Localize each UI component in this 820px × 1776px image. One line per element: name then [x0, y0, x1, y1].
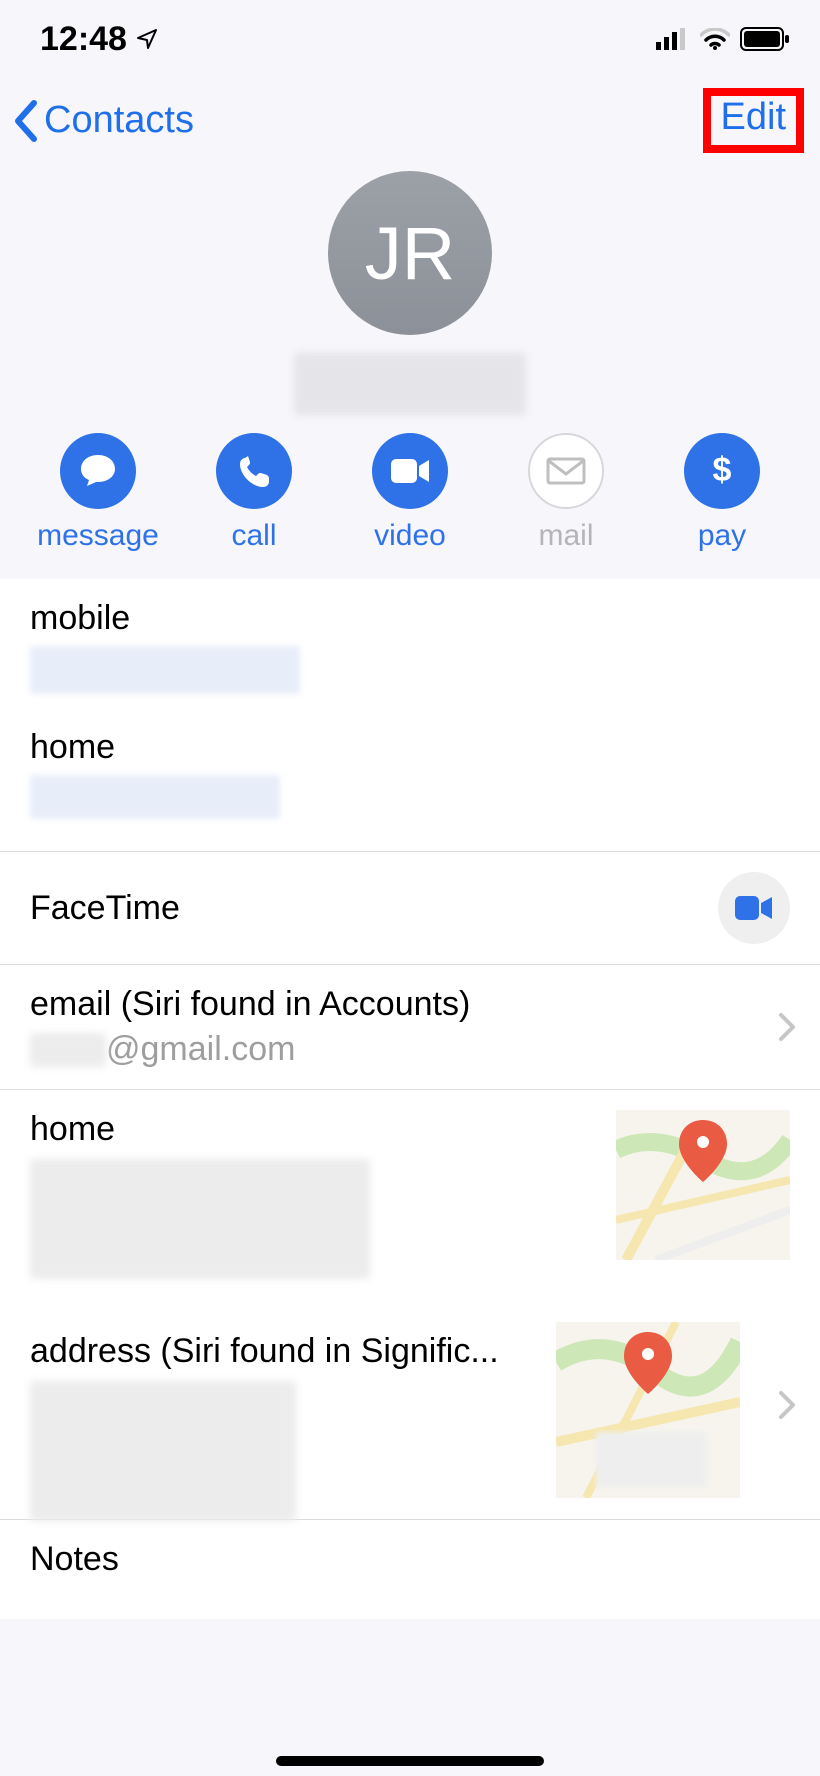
mail-action[interactable]: mail [501, 433, 631, 553]
chevron-right-icon [778, 1012, 796, 1042]
home-phone-label: home [30, 728, 790, 767]
suggested-address-cell[interactable]: address (Siri found in Signific... [0, 1290, 820, 1520]
avatar-initials: JR [365, 211, 455, 296]
notes-cell[interactable]: Notes [0, 1520, 820, 1619]
status-right-icons [656, 27, 790, 51]
contact-detail-screen: 12:48 Contacts Edit [0, 0, 820, 1776]
video-icon [372, 433, 448, 509]
call-action[interactable]: call [189, 433, 319, 553]
edit-highlight: Edit [703, 88, 804, 153]
message-icon [60, 433, 136, 509]
clock-text: 12:48 [40, 20, 127, 59]
map-thumbnail[interactable] [556, 1322, 740, 1498]
mobile-label: mobile [30, 599, 790, 638]
status-bar: 12:48 [0, 0, 820, 70]
call-label: call [231, 519, 276, 553]
email-cell[interactable]: email (Siri found in Accounts) @gmail.co… [0, 965, 820, 1090]
wifi-icon [700, 28, 730, 50]
chevron-left-icon [12, 99, 40, 143]
location-icon [135, 27, 159, 51]
svg-text:$: $ [713, 451, 732, 489]
map-pin-icon [677, 1120, 729, 1184]
home-phone-cell[interactable]: home [0, 722, 820, 852]
back-button[interactable]: Contacts [12, 99, 194, 143]
map-pin-icon [622, 1332, 674, 1396]
video-icon [734, 895, 774, 921]
pay-action[interactable]: $ pay [657, 433, 787, 553]
status-time: 12:48 [40, 20, 159, 59]
nav-bar: Contacts Edit [0, 70, 820, 171]
map-thumbnail[interactable] [616, 1110, 790, 1260]
action-row: message call video mail $ pay [0, 415, 820, 579]
back-label: Contacts [44, 99, 194, 142]
home-indicator[interactable] [276, 1756, 544, 1766]
email-domain: @gmail.com [106, 1030, 295, 1069]
mobile-value-redacted [30, 646, 300, 694]
suggested-address-redacted [30, 1381, 296, 1521]
contact-name-redacted [294, 353, 526, 415]
pay-label: pay [698, 519, 746, 553]
contact-header: JR [0, 171, 820, 415]
email-user-redacted [30, 1033, 106, 1067]
avatar: JR [328, 171, 492, 335]
email-label: email (Siri found in Accounts) [30, 985, 790, 1024]
chevron-right-icon [778, 1390, 796, 1420]
phone-icon [216, 433, 292, 509]
home-address-cell[interactable]: home [0, 1090, 820, 1290]
notes-label: Notes [30, 1540, 790, 1579]
home-phone-value-redacted [30, 775, 280, 819]
facetime-label: FaceTime [30, 889, 180, 928]
video-action[interactable]: video [345, 433, 475, 553]
facetime-cell[interactable]: FaceTime [0, 852, 820, 965]
cellular-icon [656, 28, 690, 50]
message-action[interactable]: message [33, 433, 163, 553]
edit-button[interactable]: Edit [721, 96, 786, 138]
video-label: video [374, 519, 446, 553]
battery-icon [740, 27, 790, 51]
mail-icon [528, 433, 604, 509]
dollar-icon: $ [684, 433, 760, 509]
home-address-redacted [30, 1159, 370, 1279]
facetime-video-button[interactable] [718, 872, 790, 944]
contact-detail-list[interactable]: mobile home FaceTime email (Siri found i… [0, 579, 820, 1619]
mobile-cell[interactable]: mobile [0, 579, 820, 722]
message-label: message [37, 519, 159, 553]
mail-label: mail [538, 519, 593, 553]
